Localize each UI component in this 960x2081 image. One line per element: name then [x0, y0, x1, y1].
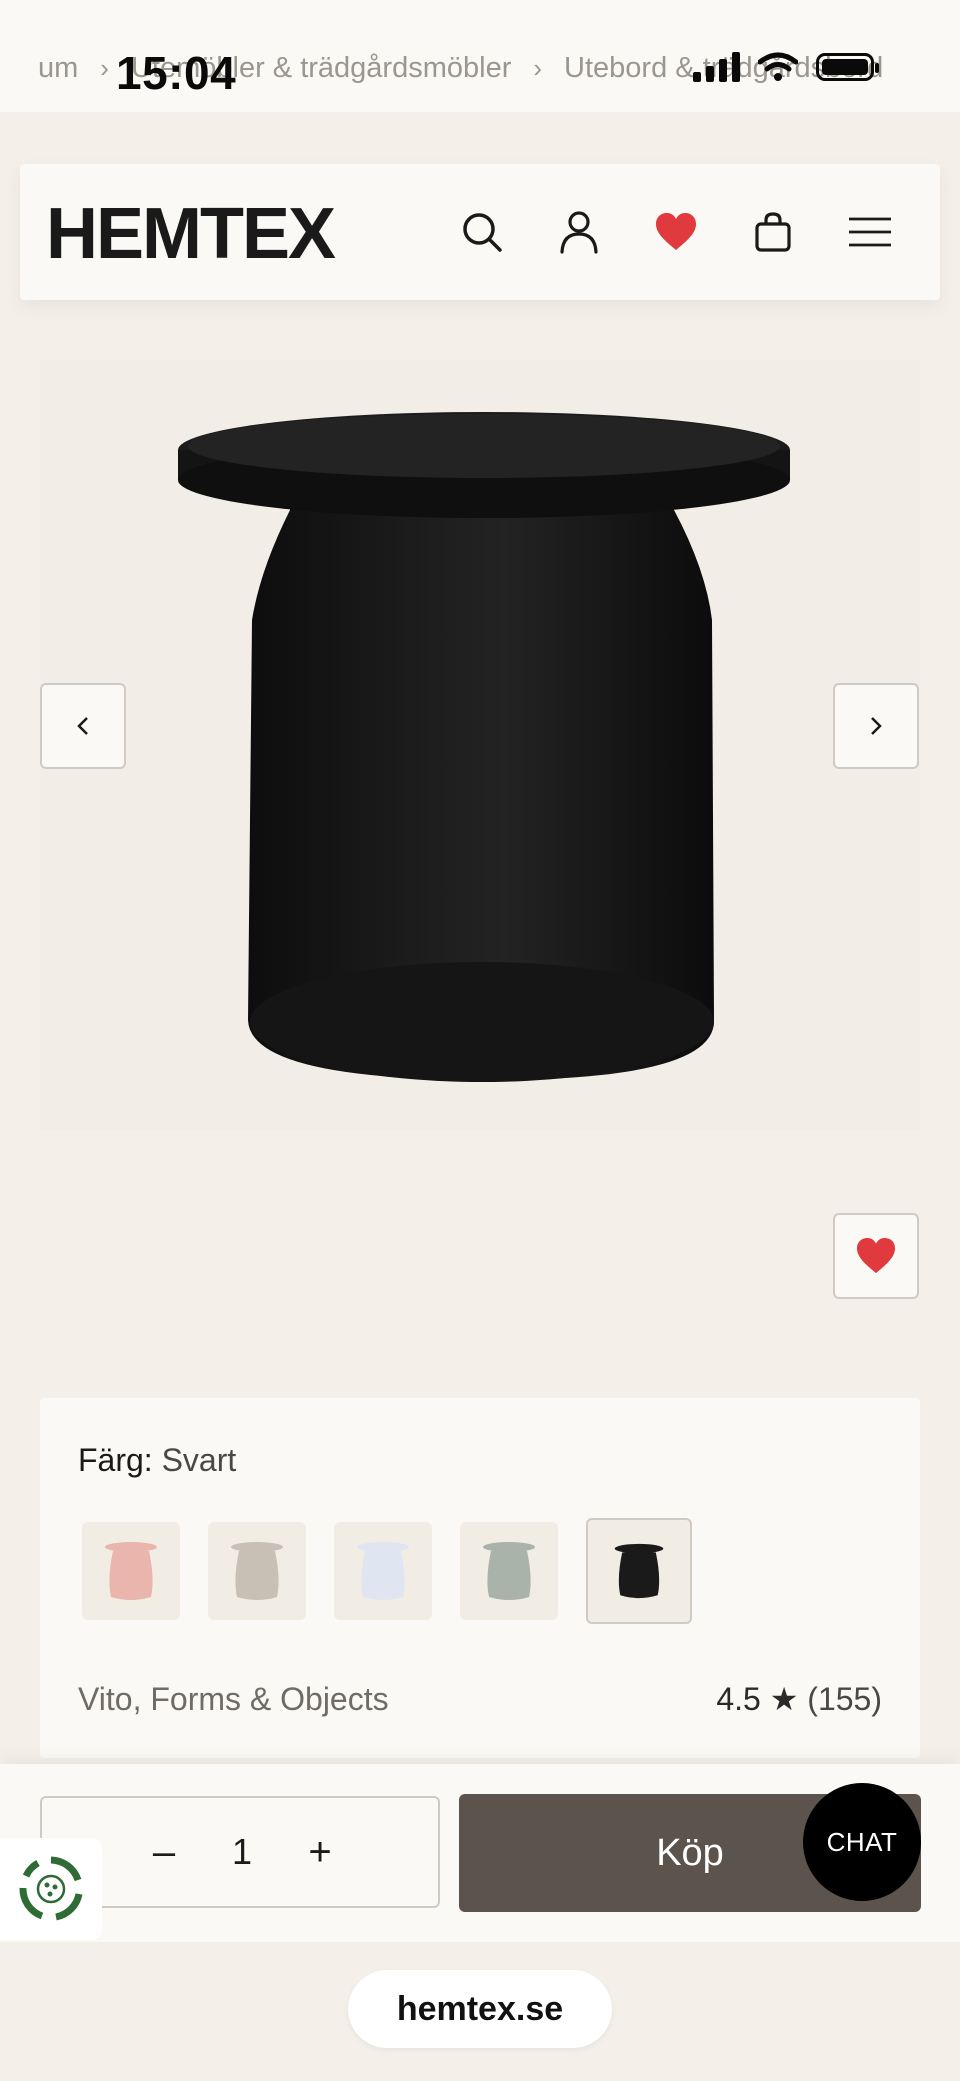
- swatch-svart[interactable]: [586, 1518, 692, 1624]
- side-table-image: [178, 412, 790, 1082]
- star-icon: ★: [769, 1681, 799, 1717]
- product-rating[interactable]: 4.5 ★ (155): [716, 1680, 882, 1718]
- color-value: Svart: [161, 1442, 237, 1478]
- heart-icon: [857, 1237, 895, 1274]
- product-image[interactable]: [40, 360, 920, 1130]
- next-image-button[interactable]: [833, 683, 919, 769]
- breadcrumb-separator-icon: ›: [100, 53, 109, 83]
- breadcrumb-item-0[interactable]: um: [38, 52, 78, 85]
- swatch-beige[interactable]: [208, 1522, 306, 1620]
- product-meta: Vito, Forms & Objects 4.5 ★ (155): [78, 1680, 882, 1718]
- increase-quantity-button[interactable]: +: [280, 1798, 360, 1906]
- cellular-signal-icon: [693, 52, 740, 82]
- search-icon[interactable]: [454, 204, 510, 260]
- swatch-rosa[interactable]: [82, 1522, 180, 1620]
- decrease-quantity-button[interactable]: –: [124, 1798, 204, 1906]
- eco-badge[interactable]: [0, 1838, 102, 1940]
- swatch-ljusbla[interactable]: [334, 1522, 432, 1620]
- product-options-card: Färg: Svart Vito, Forms & Objects 4.5 ★ …: [40, 1398, 920, 1758]
- color-label: Färg: Svart: [78, 1442, 236, 1479]
- site-header: HEMTEX: [20, 164, 940, 300]
- previous-image-button[interactable]: [40, 683, 126, 769]
- status-icons: [693, 52, 879, 82]
- browser-bottom-bar: hemtex.se: [0, 1942, 960, 2081]
- hemtex-logo[interactable]: HEMTEX: [46, 198, 336, 270]
- rating-value: 4.5: [716, 1681, 761, 1717]
- quantity-value[interactable]: 1: [202, 1798, 282, 1906]
- breadcrumb-separator-icon: ›: [533, 53, 543, 83]
- status-time: 15:04: [116, 47, 237, 99]
- battery-icon: [816, 53, 879, 81]
- color-swatches: [82, 1518, 692, 1624]
- top-strip: um › Utemöbler & trädgårdsmöbler › Utebo…: [0, 0, 960, 112]
- chat-button[interactable]: CHAT: [803, 1783, 921, 1901]
- heart-icon[interactable]: [648, 204, 704, 260]
- add-to-wishlist-button[interactable]: [833, 1213, 919, 1299]
- bag-icon[interactable]: [745, 204, 801, 260]
- eco-badge-icon: [19, 1856, 83, 1921]
- swatch-gron[interactable]: [460, 1522, 558, 1620]
- address-bar[interactable]: hemtex.se: [348, 1970, 612, 2048]
- product-brand[interactable]: Vito, Forms & Objects: [78, 1681, 389, 1718]
- user-icon[interactable]: [551, 204, 607, 260]
- menu-icon[interactable]: [842, 204, 898, 260]
- wifi-icon: [758, 52, 798, 81]
- color-label-text: Färg:: [78, 1442, 153, 1478]
- review-count: (155): [807, 1681, 882, 1717]
- chevron-left-icon: [77, 717, 88, 735]
- chevron-right-icon: [871, 717, 882, 735]
